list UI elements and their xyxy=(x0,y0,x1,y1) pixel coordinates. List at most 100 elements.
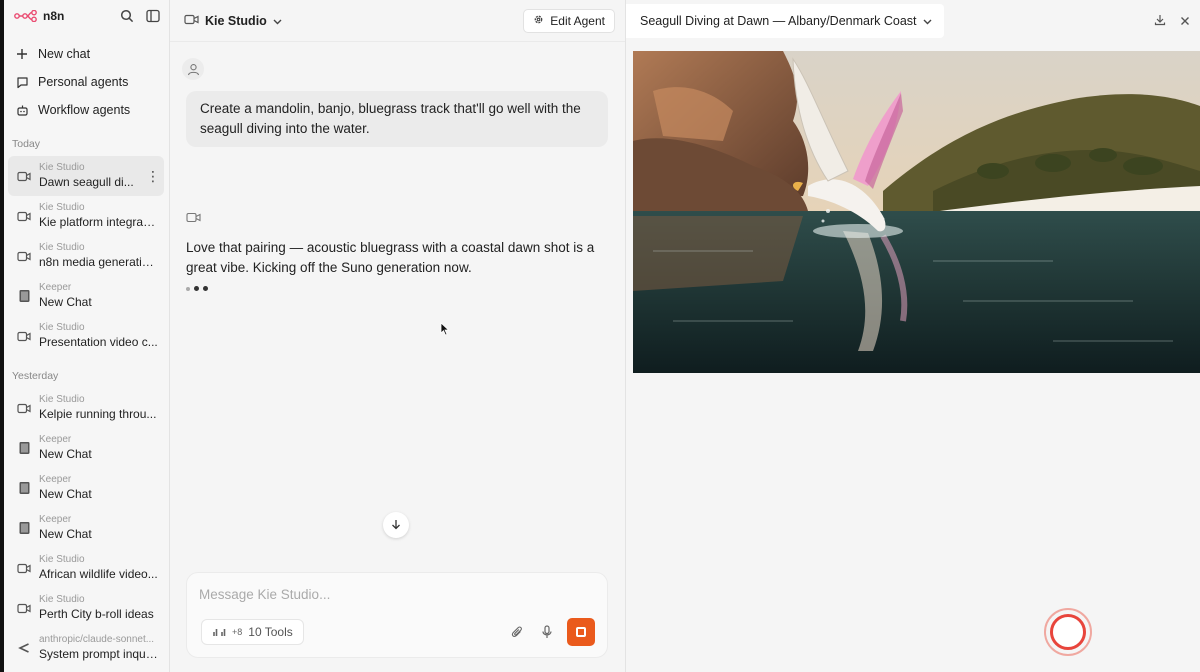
agent-message: Love that pairing — acoustic bluegrass w… xyxy=(186,240,595,275)
conversation-title: n8n media generatio... xyxy=(39,255,158,269)
conversation-title: Kie platform integrati... xyxy=(39,215,158,229)
logo-text: n8n xyxy=(43,9,65,23)
chevron-down-icon xyxy=(273,14,282,28)
more-options-icon[interactable]: ⋮ xyxy=(146,169,160,183)
microphone-icon[interactable] xyxy=(535,620,559,644)
conversation-item[interactable]: Kie Studio Kelpie running throu... xyxy=(8,388,164,428)
generated-image[interactable] xyxy=(633,51,1200,373)
conversation-item[interactable]: Keeper New Chat xyxy=(8,508,164,548)
close-icon[interactable] xyxy=(1180,14,1190,29)
conversation-agent: Kie Studio xyxy=(39,322,85,333)
conversation-agent: Kie Studio xyxy=(39,202,85,213)
conversation-agent: Keeper xyxy=(39,514,72,525)
conversation-item[interactable]: Kie Studio Dawn seagull di... ⋮ xyxy=(8,156,164,196)
gear-icon xyxy=(533,14,544,28)
conversation-title: New Chat xyxy=(39,447,92,461)
conversation-item[interactable]: Kie Studio n8n media generatio... xyxy=(8,236,164,276)
book-icon xyxy=(16,480,32,496)
video-icon xyxy=(16,560,32,576)
typing-indicator xyxy=(186,286,208,291)
nav-label: Personal agents xyxy=(38,75,129,89)
conversation-agent: Kie Studio xyxy=(39,242,85,253)
paperclip-icon[interactable] xyxy=(505,620,529,644)
conversation-title: New Chat xyxy=(39,527,92,541)
chevron-down-icon xyxy=(923,14,932,28)
sidebar-header: n8n xyxy=(4,0,169,32)
app-logo[interactable]: n8n xyxy=(14,9,64,23)
conversation-agent: Keeper xyxy=(39,474,72,485)
conversation-item[interactable]: anthropic/claude-sonnet... System prompt… xyxy=(8,628,164,668)
conversation-agent: Keeper xyxy=(39,282,72,293)
conversation-item[interactable]: Keeper New Chat xyxy=(8,468,164,508)
message-input[interactable] xyxy=(199,587,589,602)
n8n-logo-icon xyxy=(14,10,37,22)
conversation-title: New Chat xyxy=(39,487,92,501)
sidebar-toggle-icon[interactable] xyxy=(145,8,161,24)
conversation-title: New Chat xyxy=(39,295,92,309)
message-composer: +8 10 Tools xyxy=(186,572,608,658)
conversation-item[interactable]: Kie Studio Kie platform integrati... xyxy=(8,196,164,236)
agent-name: Kie Studio xyxy=(205,13,267,28)
tools-label: 10 Tools xyxy=(248,625,293,639)
book-icon xyxy=(16,520,32,536)
plus-icon xyxy=(15,47,29,61)
sidebar-nav: New chat Personal agents Workflow agents xyxy=(4,40,169,124)
agent-selector[interactable]: Kie Studio xyxy=(184,14,282,28)
edit-agent-button[interactable]: Edit Agent xyxy=(523,8,615,33)
workflow-agents-link[interactable]: Workflow agents xyxy=(4,96,169,124)
book-icon xyxy=(16,440,32,456)
sidebar: n8n New chat Personal agents Workflow ag… xyxy=(4,0,170,672)
preview-title-dropdown[interactable]: Seagull Diving at Dawn — Albany/Denmark … xyxy=(626,4,944,38)
tools-extra-count: +8 xyxy=(232,627,243,637)
user-message: Create a mandolin, banjo, bluegrass trac… xyxy=(186,91,608,147)
conversation-item[interactable]: Kie Studio Perth City b-roll ideas xyxy=(8,588,164,628)
preview-title: Seagull Diving at Dawn — Albany/Denmark … xyxy=(640,14,917,28)
video-icon xyxy=(16,168,32,184)
arrow-down-icon xyxy=(391,518,401,533)
agent-avatar-icon xyxy=(182,206,204,228)
tools-icon: +8 xyxy=(212,627,242,637)
record-button[interactable] xyxy=(1044,608,1092,656)
conversation-agent: Kie Studio xyxy=(39,162,85,173)
conversation-item[interactable]: Kie Studio Presentation video c... xyxy=(8,316,164,356)
seagull-scene-illustration xyxy=(633,51,1200,373)
section-yesterday-label: Yesterday xyxy=(12,370,59,382)
robot-icon xyxy=(15,103,29,117)
edit-agent-label: Edit Agent xyxy=(550,13,605,28)
scroll-to-bottom-button[interactable] xyxy=(383,512,409,538)
conversation-title: Presentation video c... xyxy=(39,335,158,349)
video-icon xyxy=(16,600,32,616)
conversation-agent: Kie Studio xyxy=(39,394,85,405)
video-icon xyxy=(16,400,32,416)
video-icon xyxy=(16,248,32,264)
conversation-item[interactable]: Kie Studio African wildlife video... xyxy=(8,548,164,588)
tools-button[interactable]: +8 10 Tools xyxy=(201,619,304,645)
user-avatar-icon xyxy=(182,58,204,80)
stop-generation-button[interactable] xyxy=(567,618,595,646)
conversation-item[interactable]: Keeper New Chat xyxy=(8,276,164,316)
conversation-agent: anthropic/claude-sonnet... xyxy=(39,634,155,645)
new-chat-button[interactable]: New chat xyxy=(4,40,169,68)
search-icon[interactable] xyxy=(119,8,135,24)
conversation-title: African wildlife video... xyxy=(39,567,158,581)
personal-agents-link[interactable]: Personal agents xyxy=(4,68,169,96)
book-icon xyxy=(16,288,32,304)
download-icon[interactable] xyxy=(1154,14,1166,29)
conversation-agent: Kie Studio xyxy=(39,594,85,605)
record-icon xyxy=(1050,614,1086,650)
video-icon xyxy=(16,328,32,344)
video-icon xyxy=(184,14,199,28)
chat-bubble-icon xyxy=(15,75,29,89)
conversation-agent: Keeper xyxy=(39,434,72,445)
conversation-title: System prompt inquiry xyxy=(39,647,158,661)
conversation-title: Perth City b-roll ideas xyxy=(39,607,154,621)
claude-icon xyxy=(16,640,32,656)
preview-header: Seagull Diving at Dawn — Albany/Denmark … xyxy=(626,0,1200,42)
video-icon xyxy=(16,208,32,224)
nav-label: Workflow agents xyxy=(38,103,131,117)
conversation-title: Dawn seagull di... xyxy=(39,175,134,189)
stop-icon xyxy=(576,627,586,637)
conversation-item[interactable]: Keeper New Chat xyxy=(8,428,164,468)
conversation-agent: Kie Studio xyxy=(39,554,85,565)
app-window: n8n New chat Personal agents Workflow ag… xyxy=(4,0,1200,672)
